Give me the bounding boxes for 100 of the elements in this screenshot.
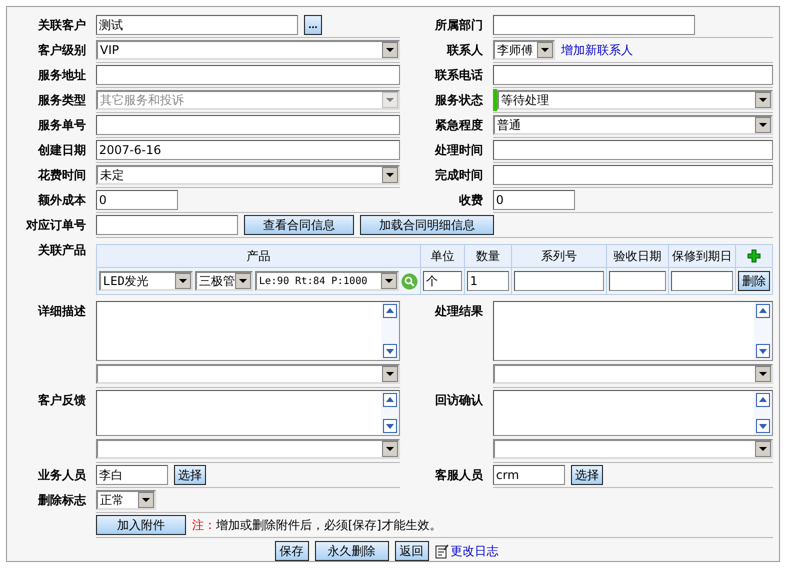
- field-label: 收费: [458, 192, 484, 209]
- scroll-up-icon[interactable]: [756, 393, 770, 407]
- caret-icon: [755, 441, 771, 457]
- text-field[interactable]: [96, 115, 400, 135]
- add-icon[interactable]: [747, 249, 761, 264]
- select-field[interactable]: 普通: [493, 115, 773, 135]
- select-field[interactable]: 等待处理: [497, 90, 773, 110]
- select-field[interactable]: VIP: [96, 40, 400, 60]
- field-label: 回访确认: [434, 392, 484, 409]
- action-button[interactable]: 永久删除: [314, 541, 388, 561]
- field-label: 紧急程度: [434, 117, 484, 134]
- text-field[interactable]: 个: [423, 271, 462, 291]
- add-contact-link[interactable]: 增加新联系人: [561, 42, 633, 58]
- caret-icon: [235, 273, 251, 289]
- select-field[interactable]: Le:90 Rt:84 P:1000: [255, 271, 399, 291]
- caret-icon: [755, 366, 771, 382]
- action-button[interactable]: 保存: [274, 541, 308, 561]
- caret-icon: [382, 42, 398, 58]
- text-field[interactable]: 0: [493, 190, 575, 210]
- contract-button[interactable]: 查看合同信息: [244, 215, 354, 235]
- field-label: 客户级别: [37, 42, 87, 59]
- browse-button[interactable]: ...: [304, 15, 322, 35]
- column-header: 产品: [96, 244, 420, 268]
- text-field[interactable]: [493, 165, 773, 185]
- select-field[interactable]: [493, 364, 773, 384]
- field-label: 花费时间: [37, 167, 87, 184]
- caret-icon: [382, 366, 398, 382]
- caret-icon: [175, 273, 191, 289]
- select-field[interactable]: 三极管: [195, 271, 253, 291]
- text-field[interactable]: [671, 271, 733, 291]
- field-label: 客户反馈: [37, 392, 87, 409]
- scroll-down-icon[interactable]: [383, 419, 397, 433]
- column-header: 数量: [464, 244, 512, 268]
- select-field[interactable]: 李师傅: [493, 40, 555, 60]
- text-field[interactable]: [514, 271, 604, 291]
- field-label: 处理时间: [434, 142, 484, 159]
- field-label: 业务人员: [37, 467, 87, 484]
- field-label: 客服人员: [434, 467, 484, 484]
- text-field[interactable]: [96, 215, 238, 235]
- text-area[interactable]: [493, 390, 773, 436]
- note-text: 增加或删除附件后，必须[保存]才能生效。: [216, 516, 442, 534]
- text-field[interactable]: 测试: [96, 15, 298, 35]
- scroll-up-icon[interactable]: [383, 393, 397, 407]
- change-log-link[interactable]: 更改日志: [450, 542, 498, 560]
- text-field[interactable]: [493, 140, 773, 160]
- delete-button[interactable]: 删除: [738, 271, 770, 291]
- caret-icon: [382, 167, 398, 183]
- text-field[interactable]: 2007-6-16: [96, 140, 400, 160]
- text-area[interactable]: [96, 301, 400, 361]
- field-label: 所属部门: [434, 17, 484, 34]
- field-label: 联系电话: [434, 67, 484, 84]
- column-header: 验收日期: [606, 244, 668, 268]
- column-header: 系列号: [512, 244, 606, 268]
- field-label: 服务单号: [36, 117, 87, 134]
- column-header: 单位: [420, 244, 464, 268]
- attach-button[interactable]: 加入附件: [96, 515, 186, 535]
- scroll-up-icon[interactable]: [383, 304, 397, 318]
- caret-icon: [755, 117, 771, 133]
- scroll-down-icon[interactable]: [756, 419, 770, 433]
- field-label: 服务类型: [36, 92, 87, 109]
- scroll-down-icon[interactable]: [383, 344, 397, 358]
- text-field[interactable]: [609, 271, 666, 291]
- select-field[interactable]: 未定: [96, 165, 400, 185]
- text-field[interactable]: 1: [467, 271, 509, 291]
- select-field[interactable]: 正常: [96, 490, 156, 510]
- caret-icon: [537, 42, 553, 58]
- text-field[interactable]: 李白: [96, 465, 168, 485]
- scroll-down-icon[interactable]: [756, 344, 770, 358]
- field-label: 删除标志: [36, 492, 88, 509]
- scroll-up-icon[interactable]: [756, 304, 770, 318]
- field-label: 关联客户: [36, 17, 87, 34]
- field-label: 关联产品: [36, 242, 87, 259]
- caret-icon: [381, 273, 397, 289]
- text-area[interactable]: [96, 390, 400, 436]
- field-label: 联系人: [446, 42, 484, 59]
- field-label: 服务状态: [434, 92, 484, 109]
- column-header: 保修到期日: [668, 244, 736, 268]
- contract-button[interactable]: 加载合同明细信息: [360, 215, 494, 235]
- select-field[interactable]: [96, 439, 400, 459]
- select-field[interactable]: [96, 364, 400, 384]
- text-field[interactable]: [493, 65, 773, 85]
- search-icon[interactable]: [401, 272, 418, 290]
- action-button[interactable]: 返回: [394, 541, 428, 561]
- field-label: 详细描述: [36, 303, 87, 320]
- caret-icon: [138, 492, 154, 508]
- text-area[interactable]: [493, 301, 773, 361]
- text-field[interactable]: [493, 15, 695, 35]
- text-field[interactable]: [96, 65, 400, 85]
- text-field[interactable]: 0: [96, 190, 178, 210]
- caret-icon: [382, 441, 398, 457]
- note-label: 注：: [192, 516, 216, 534]
- field-label: 对应订单号: [24, 217, 87, 234]
- field-label: 额外成本: [36, 192, 87, 209]
- select-button[interactable]: 选择: [571, 465, 603, 485]
- field-label: 完成时间: [434, 167, 484, 184]
- select-button[interactable]: 选择: [174, 465, 206, 485]
- select-field[interactable]: [493, 439, 773, 459]
- select-field[interactable]: LED发光: [99, 271, 193, 291]
- text-field[interactable]: crm: [493, 465, 565, 485]
- field-label: 创建日期: [36, 142, 87, 159]
